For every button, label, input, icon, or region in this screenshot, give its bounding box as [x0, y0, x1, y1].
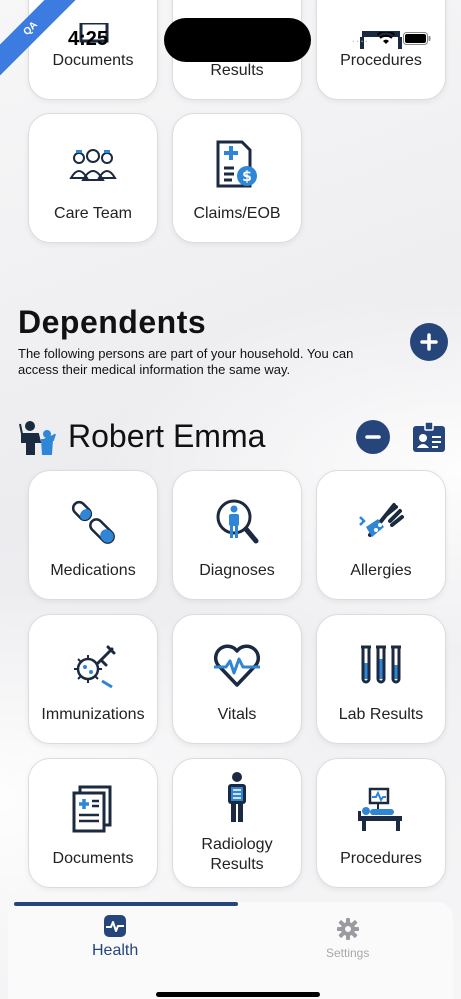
status-icons: ....	[352, 31, 431, 45]
procedures-icon	[354, 783, 408, 837]
dynamic-island	[164, 18, 311, 62]
svg-text:$: $	[242, 169, 252, 185]
documents-icon	[66, 783, 120, 837]
vitals-icon	[210, 639, 264, 693]
remove-dependent-button[interactable]	[356, 420, 390, 454]
tile-label: Allergies	[350, 562, 412, 579]
battery-icon	[403, 31, 431, 45]
home-indicator	[156, 992, 320, 997]
tile-label: Results	[210, 62, 264, 79]
dependents-description: The following persons are part of your h…	[18, 346, 354, 377]
immunizations-icon	[66, 639, 120, 693]
tile-documents[interactable]: Documents	[28, 758, 158, 888]
id-card-button[interactable]	[412, 420, 446, 459]
tile-label: Immunizations	[41, 706, 145, 723]
tile-medications[interactable]: Medications	[28, 470, 158, 600]
tab-settings[interactable]: Settings	[326, 918, 369, 960]
dependent-name: Robert Emma	[68, 418, 266, 454]
diagnoses-icon	[210, 495, 264, 549]
status-time: 4:25	[68, 28, 109, 50]
tile-label: Vitals	[217, 706, 257, 723]
tile-procedures[interactable]: Procedures	[316, 758, 446, 888]
active-tab-indicator	[14, 902, 238, 906]
tile-immunizations[interactable]: Immunizations	[28, 614, 158, 744]
tab-health-label: Health	[92, 942, 139, 959]
claims-icon: $	[210, 138, 264, 192]
tile-label: Lab Results	[338, 706, 424, 723]
minus-icon	[365, 435, 381, 439]
tile-label: Documents	[52, 850, 134, 867]
health-icon	[104, 915, 127, 937]
wifi-icon	[377, 31, 395, 44]
dependents-title: Dependents	[18, 304, 207, 340]
plus-icon	[420, 333, 438, 351]
care-team-icon	[66, 138, 120, 192]
id-card-icon	[413, 421, 445, 452]
gear-icon	[336, 918, 359, 940]
tile-label: Claims/EOB	[193, 205, 281, 222]
bottom-nav-bar	[8, 902, 453, 999]
tile-label: Medications	[50, 562, 136, 579]
radiology-label-line1: Radiology	[201, 836, 273, 853]
add-dependent-button[interactable]	[410, 323, 448, 361]
tile-label: Care Team	[54, 205, 132, 222]
radiology-label-line2: Results	[210, 856, 264, 873]
tab-health[interactable]: Health	[92, 914, 138, 960]
tile-label: Radiology Results	[201, 835, 272, 875]
tile-diagnoses[interactable]: Diagnoses	[172, 470, 302, 600]
tile-lab-results[interactable]: Lab Results	[316, 614, 446, 744]
tile-radiology-results[interactable]: Radiology Results	[172, 758, 302, 888]
allergies-icon	[354, 495, 408, 549]
tile-care-team[interactable]: Care Team	[28, 113, 158, 243]
tile-vitals[interactable]: Vitals	[172, 614, 302, 744]
tile-claims[interactable]: $ Claims/EOB	[172, 113, 302, 243]
tile-procedures-top[interactable]: Procedures	[316, 0, 446, 100]
tile-allergies[interactable]: Allergies	[316, 470, 446, 600]
radiology-icon	[210, 771, 264, 825]
parent-child-icon	[18, 420, 58, 461]
tile-label: Documents	[52, 52, 134, 69]
lab-results-icon	[354, 639, 408, 693]
signal-icon: ....	[351, 31, 369, 45]
tile-label: Diagnoses	[199, 562, 275, 579]
medications-icon	[66, 495, 120, 549]
tile-label: Procedures	[340, 850, 422, 867]
tile-label: Procedures	[340, 52, 422, 69]
tab-settings-label: Settings	[326, 946, 370, 960]
